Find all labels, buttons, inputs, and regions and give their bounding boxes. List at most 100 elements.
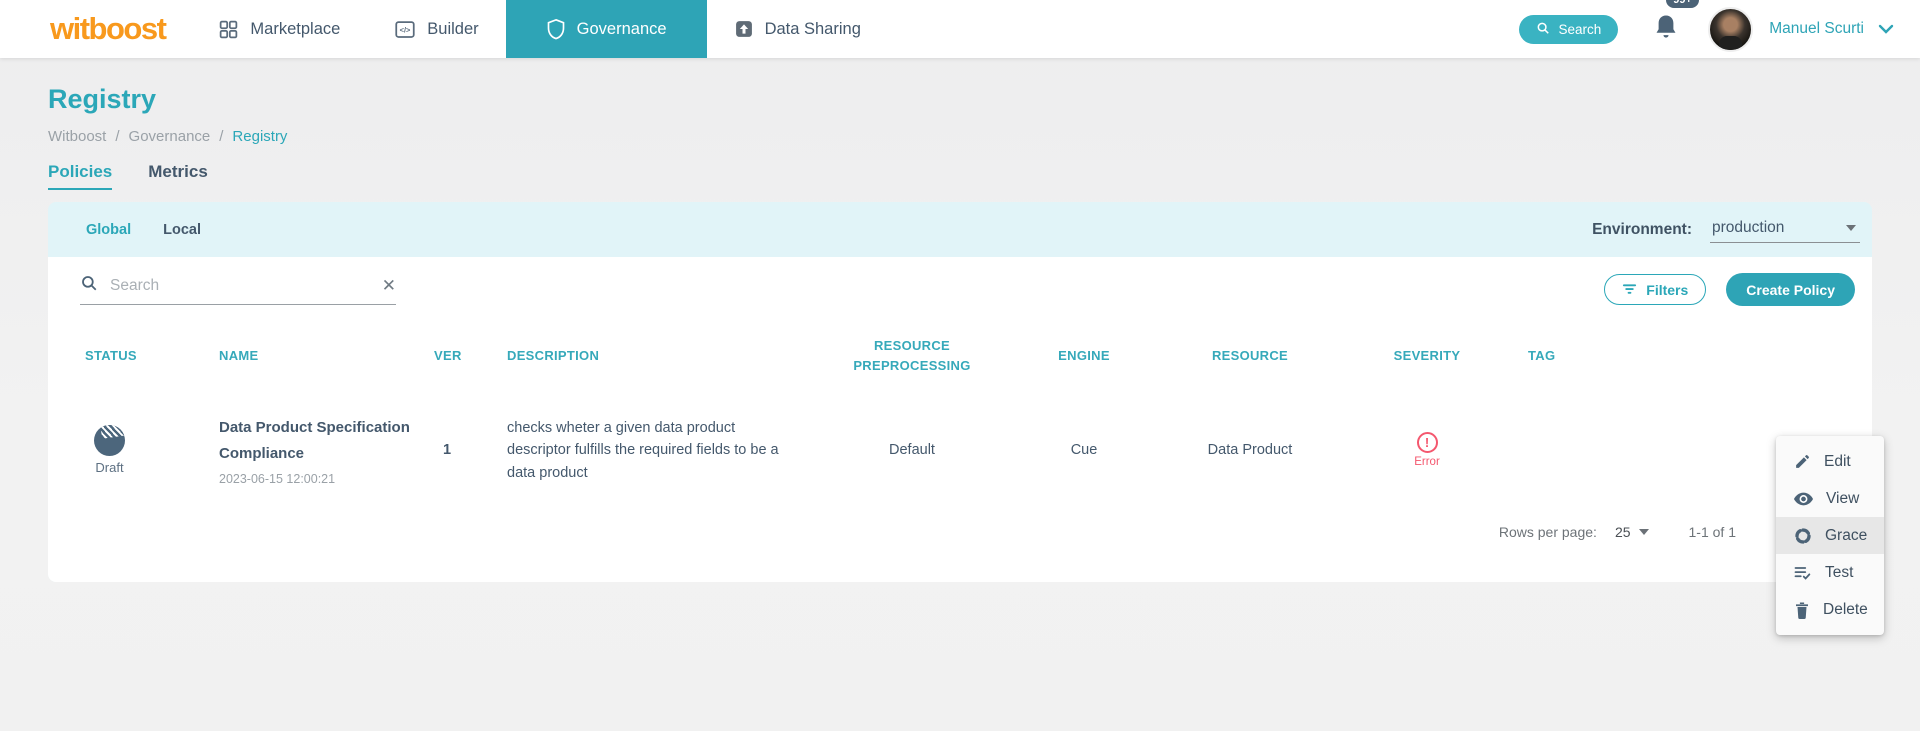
row-actions-menu: Edit View Grace Test Delete: [1776, 436, 1884, 635]
tab-policies[interactable]: Policies: [48, 162, 112, 190]
pagination-bar: Rows per page: 25 1-1 of 1: [48, 524, 1872, 540]
policy-search-input[interactable]: [110, 277, 370, 295]
policy-timestamp: 2023-06-15 12:00:21: [219, 472, 434, 486]
breadcrumb-governance[interactable]: Governance: [129, 128, 211, 145]
nav-item-marketplace[interactable]: Marketplace: [191, 0, 367, 58]
user-avatar[interactable]: [1708, 7, 1753, 52]
breadcrumb-witboost[interactable]: Witboost: [48, 128, 106, 145]
shield-icon: [546, 18, 566, 40]
page-title: Registry: [48, 84, 1872, 115]
menu-item-test[interactable]: Test: [1776, 554, 1884, 591]
table-row[interactable]: Draft Data Product Specification Complia…: [48, 402, 1872, 498]
column-header-resource[interactable]: Resource: [1151, 346, 1349, 366]
menu-item-edit[interactable]: Edit: [1776, 443, 1884, 480]
environment-label: Environment:: [1592, 221, 1692, 239]
menu-item-delete[interactable]: Delete: [1776, 591, 1884, 628]
trash-icon: [1794, 601, 1810, 619]
table-toolbar: ✕ Filters Create Policy: [48, 257, 1872, 306]
svg-text:</>: </>: [400, 25, 411, 34]
scope-tab-global[interactable]: Global: [70, 212, 147, 248]
column-header-engine[interactable]: Engine: [1017, 346, 1151, 366]
breadcrumb: Witboost / Governance / Registry: [48, 128, 1872, 145]
app-header: witboost Marketplace </> Builder: [0, 0, 1920, 58]
policy-search-field[interactable]: ✕: [80, 274, 396, 305]
witboost-logo: witboost: [50, 11, 165, 47]
nav-item-builder[interactable]: </> Builder: [367, 0, 505, 58]
caret-down-icon: [1846, 225, 1856, 231]
policy-name[interactable]: Data Product Specification Compliance: [219, 415, 424, 468]
page-head: Registry Witboost / Governance / Registr…: [48, 84, 1872, 190]
search-icon: [80, 274, 98, 297]
engine-cell: Cue: [1017, 441, 1151, 459]
create-policy-button[interactable]: Create Policy: [1726, 273, 1855, 306]
column-header-name[interactable]: Name: [171, 346, 434, 366]
grid-icon: [218, 19, 239, 40]
notifications-button[interactable]: 99+: [1652, 12, 1686, 47]
environment-control: Environment: production: [1592, 217, 1860, 243]
policy-version: 1: [434, 442, 451, 458]
nav-item-label: Governance: [577, 20, 667, 39]
panel-header-band: Global Local Environment: production: [48, 202, 1872, 257]
eye-icon: [1794, 492, 1813, 506]
column-header-status[interactable]: Status: [48, 346, 171, 366]
playlist-check-icon: [1794, 565, 1812, 580]
tab-metrics[interactable]: Metrics: [148, 162, 208, 190]
column-header-severity[interactable]: Severity: [1349, 346, 1505, 366]
breadcrumb-registry[interactable]: Registry: [232, 128, 287, 145]
scope-tab-local[interactable]: Local: [147, 212, 217, 248]
clear-icon[interactable]: ✕: [382, 277, 396, 294]
policies-panel: Global Local Environment: production ✕: [48, 202, 1872, 582]
status-label: Draft: [95, 460, 123, 475]
draft-status-icon: [94, 425, 125, 456]
policies-table: Status Name Ver Description Resource Pre…: [48, 336, 1872, 498]
filters-label: Filters: [1646, 282, 1688, 298]
caret-down-icon: [1639, 529, 1649, 535]
column-header-resource-preprocessing[interactable]: Resource Preprocessing: [807, 336, 1017, 376]
bell-icon: [1652, 12, 1680, 42]
policy-description: checks wheter a given data product descr…: [507, 417, 791, 484]
pagination-range: 1-1 of 1: [1689, 524, 1736, 540]
status-cell: Draft: [48, 425, 171, 475]
rows-per-page-label: Rows per page:: [1499, 524, 1597, 540]
chevron-down-icon[interactable]: [1878, 24, 1894, 34]
nav-item-label: Marketplace: [250, 20, 340, 39]
severity-cell: ! Error: [1349, 432, 1505, 468]
breadcrumb-separator: /: [115, 128, 119, 145]
resource-cell: Data Product: [1151, 441, 1349, 459]
nav-item-data-sharing[interactable]: Data Sharing: [707, 0, 888, 58]
page-tabs: Policies Metrics: [48, 162, 1872, 190]
search-icon: [1536, 21, 1550, 38]
column-header-description[interactable]: Description: [493, 346, 807, 366]
nav-item-label: Builder: [427, 20, 478, 39]
main-nav: Marketplace </> Builder Governance: [191, 0, 887, 58]
notification-badge: 99+: [1664, 0, 1701, 10]
table-header-row: Status Name Ver Description Resource Pre…: [48, 336, 1872, 376]
column-header-ver[interactable]: Ver: [434, 346, 493, 366]
publish-icon: [734, 19, 754, 39]
menu-item-view[interactable]: View: [1776, 480, 1884, 517]
filter-icon: [1622, 282, 1637, 298]
error-icon: !: [1417, 432, 1438, 453]
name-cell: Data Product Specification Compliance 20…: [171, 415, 434, 486]
description-cell: checks wheter a given data product descr…: [493, 417, 807, 484]
column-header-tag[interactable]: Tag: [1505, 346, 1645, 366]
panel-body: ✕ Filters Create Policy Status Name Ver …: [48, 257, 1872, 582]
grace-dashed-circle-icon: [1794, 527, 1812, 545]
nav-item-governance[interactable]: Governance: [506, 0, 707, 58]
environment-select[interactable]: production: [1710, 217, 1860, 243]
environment-value: production: [1712, 219, 1784, 237]
appbar-right: Search 99+ Manuel Scurti: [1519, 0, 1894, 58]
user-name[interactable]: Manuel Scurti: [1769, 20, 1864, 38]
resource-preprocessing-cell: Default: [807, 441, 1017, 459]
pencil-icon: [1794, 453, 1811, 470]
code-window-icon: </>: [394, 19, 416, 40]
global-search-label: Search: [1558, 22, 1601, 37]
menu-item-grace[interactable]: Grace: [1776, 517, 1884, 554]
rows-per-page-select[interactable]: 25: [1615, 524, 1649, 540]
global-search-button[interactable]: Search: [1519, 15, 1618, 44]
breadcrumb-separator: /: [219, 128, 223, 145]
severity-label: Error: [1414, 456, 1440, 468]
ver-cell: 1: [434, 441, 493, 459]
filters-button[interactable]: Filters: [1604, 274, 1706, 305]
nav-item-label: Data Sharing: [765, 20, 861, 39]
